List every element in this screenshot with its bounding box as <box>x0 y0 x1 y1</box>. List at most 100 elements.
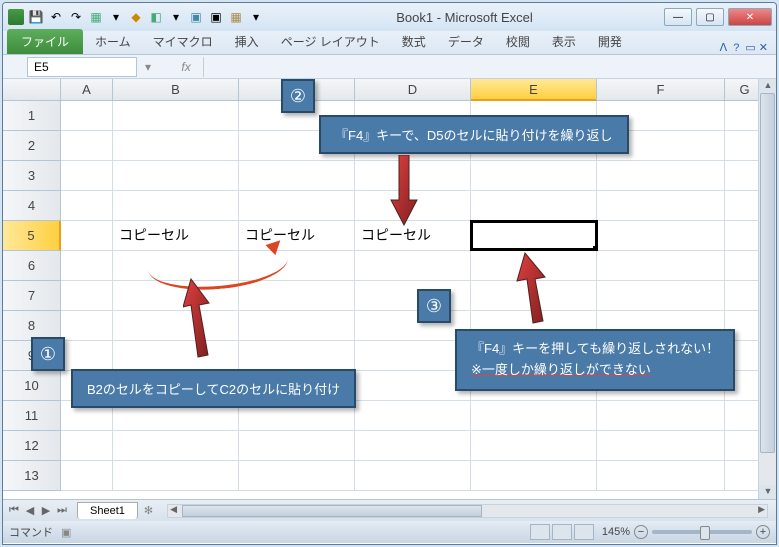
cell[interactable] <box>355 251 471 281</box>
cell[interactable] <box>61 161 113 191</box>
qat-icon[interactable]: ◆ <box>127 8 145 26</box>
view-pagelayout-button[interactable] <box>552 524 572 540</box>
sheet-nav-prev-icon[interactable]: ◀ <box>23 504 37 517</box>
ribbon-minimize-icon[interactable]: ᐱ <box>720 41 728 54</box>
cell[interactable] <box>61 131 113 161</box>
cell[interactable] <box>239 191 355 221</box>
scroll-thumb[interactable] <box>760 93 775 453</box>
cell[interactable] <box>239 461 355 491</box>
tab-pagelayout[interactable]: ページ レイアウト <box>271 29 390 54</box>
cell[interactable] <box>471 191 597 221</box>
help-icon[interactable]: ? <box>733 42 739 54</box>
cell[interactable]: コピーセル <box>239 221 355 251</box>
cell[interactable] <box>355 341 471 371</box>
row-header[interactable]: 12 <box>3 431 61 461</box>
view-pagebreak-button[interactable] <box>574 524 594 540</box>
column-header[interactable]: D <box>355 79 471 101</box>
qat-icon[interactable]: ▦ <box>87 8 105 26</box>
cell[interactable] <box>113 431 239 461</box>
cell[interactable] <box>597 221 725 251</box>
app-icon[interactable] <box>7 8 25 26</box>
scroll-down-icon[interactable]: ▼ <box>759 485 777 499</box>
cell[interactable] <box>239 311 355 341</box>
zoom-level[interactable]: 145% <box>602 526 630 538</box>
cell[interactable] <box>471 401 597 431</box>
worksheet-grid[interactable]: ABCDEFG 12345678910111213 コピーセルコピーセルコピーセ… <box>3 79 776 499</box>
cell[interactable] <box>471 221 597 251</box>
cell[interactable] <box>597 431 725 461</box>
undo-icon[interactable]: ↶ <box>47 8 65 26</box>
horizontal-scrollbar[interactable]: ◀ ▶ <box>167 504 768 518</box>
cell[interactable] <box>597 161 725 191</box>
cell[interactable] <box>597 191 725 221</box>
qat-icon[interactable]: ◧ <box>147 8 165 26</box>
tab-home[interactable]: ホーム <box>85 29 141 54</box>
name-box[interactable]: E5 <box>27 57 137 77</box>
cell[interactable] <box>597 461 725 491</box>
row-header[interactable]: 6 <box>3 251 61 281</box>
cell[interactable] <box>471 431 597 461</box>
cells-area[interactable]: コピーセルコピーセルコピーセル <box>61 101 765 491</box>
zoom-in-button[interactable]: + <box>756 525 770 539</box>
cell[interactable]: コピーセル <box>113 221 239 251</box>
row-header[interactable]: 1 <box>3 101 61 131</box>
zoom-out-button[interactable]: − <box>634 525 648 539</box>
cancel-fx-icon[interactable] <box>157 60 175 74</box>
tab-formulas[interactable]: 数式 <box>392 29 436 54</box>
cell[interactable] <box>61 281 113 311</box>
row-header[interactable]: 4 <box>3 191 61 221</box>
cell[interactable] <box>239 431 355 461</box>
cell[interactable] <box>61 191 113 221</box>
row-header[interactable]: 11 <box>3 401 61 431</box>
formula-input[interactable] <box>203 57 776 77</box>
cell[interactable] <box>355 281 471 311</box>
zoom-slider[interactable] <box>652 530 752 534</box>
new-sheet-icon[interactable]: ✻ <box>138 504 159 517</box>
cell[interactable] <box>471 251 597 281</box>
cell[interactable] <box>355 191 471 221</box>
cell[interactable] <box>113 131 239 161</box>
fx-icon[interactable]: fx <box>177 60 195 74</box>
cell[interactable] <box>471 461 597 491</box>
tab-file[interactable]: ファイル <box>7 29 83 54</box>
row-header[interactable]: 10 <box>3 371 61 401</box>
cell[interactable] <box>61 461 113 491</box>
qat-icon[interactable]: ▾ <box>247 8 265 26</box>
close-button[interactable]: ✕ <box>728 8 772 26</box>
cell[interactable] <box>61 251 113 281</box>
cell[interactable] <box>113 191 239 221</box>
cell[interactable] <box>355 311 471 341</box>
tab-view[interactable]: 表示 <box>542 29 586 54</box>
tab-review[interactable]: 校閲 <box>496 29 540 54</box>
cell[interactable] <box>239 161 355 191</box>
cell[interactable] <box>597 401 725 431</box>
tab-data[interactable]: データ <box>438 29 494 54</box>
tab-developer[interactable]: 開発 <box>588 29 632 54</box>
column-header[interactable]: B <box>113 79 239 101</box>
cell[interactable] <box>113 461 239 491</box>
cell[interactable] <box>355 161 471 191</box>
cell[interactable] <box>355 371 471 401</box>
cell[interactable] <box>355 431 471 461</box>
cell[interactable] <box>597 251 725 281</box>
hscroll-left-icon[interactable]: ◀ <box>170 504 177 515</box>
qat-icon[interactable]: ▣ <box>187 8 205 26</box>
cell[interactable] <box>239 251 355 281</box>
view-normal-button[interactable] <box>530 524 550 540</box>
cell[interactable]: コピーセル <box>355 221 471 251</box>
vertical-scrollbar[interactable]: ▲ ▼ <box>758 79 776 499</box>
macro-record-icon[interactable]: ▣ <box>61 526 71 539</box>
row-header[interactable]: 13 <box>3 461 61 491</box>
row-header[interactable]: 7 <box>3 281 61 311</box>
hscroll-thumb[interactable] <box>182 505 482 517</box>
tab-insert[interactable]: 挿入 <box>225 29 269 54</box>
column-header[interactable]: F <box>597 79 725 101</box>
cell[interactable] <box>113 311 239 341</box>
sheet-tab-sheet1[interactable]: Sheet1 <box>77 502 138 519</box>
cell[interactable] <box>113 101 239 131</box>
scroll-up-icon[interactable]: ▲ <box>759 79 777 93</box>
save-icon[interactable]: 💾 <box>27 8 45 26</box>
cell[interactable] <box>61 311 113 341</box>
sheet-nav-next-icon[interactable]: ▶ <box>39 504 53 517</box>
sheet-nav-last-icon[interactable]: ⏭ <box>55 504 69 517</box>
